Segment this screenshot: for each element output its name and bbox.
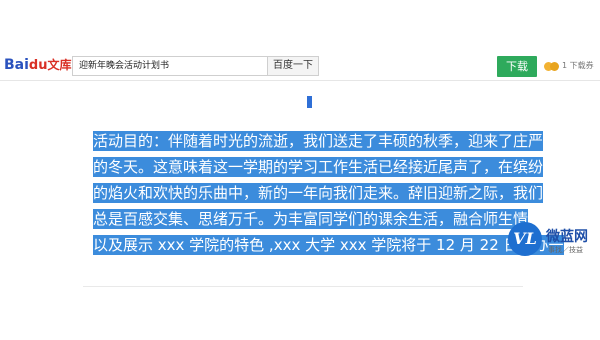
watermark-subtitle: 事找／技益 [548,246,583,254]
top-toolbar: Baidu文库 迎新年晚会活动计划书 百度一下 下载 1 下载券 [0,0,600,81]
document-line: 以及展示 xxx 学院的特色 ,xxx 大学 xxx 学院将于 12 月 22 … [93,235,564,255]
baidu-wenku-logo[interactable]: Baidu文库 [4,56,72,73]
search-button[interactable]: 百度一下 [267,56,319,76]
logo-text: Bai [4,57,29,73]
download-button[interactable]: 下载 [497,56,537,77]
logo-paw-icon: du [28,58,48,73]
document-line: 活动目的：伴随着时光的流逝，我们送走了丰硕的秋季，迎来了庄严 [93,131,544,151]
watermark-logo-icon: VL [508,222,542,256]
watermark-title: 微蓝网 [546,229,588,245]
document-line: 的焰火和欢快的乐曲中，新的一年向我们走来。辞旧迎新之际，我们 [93,183,544,203]
watermark: VL 微蓝网 事找／技益 [508,222,600,268]
page-marker [307,96,312,108]
download-coupon-icon [544,62,560,71]
page-divider [83,286,523,287]
document-line: 的冬天。这意味着这一学期的学习工作生活已经接近尾声了，在缤纷 [93,157,544,177]
logo-wenku: 文库 [47,58,72,72]
search-input[interactable]: 迎新年晚会活动计划书 [72,56,268,76]
document-body: 活动目的：伴随着时光的流逝，我们送走了丰硕的秋季，迎来了庄严 的冬天。这意味着这… [93,128,564,258]
download-coupon-count: 1 下载券 [562,61,594,70]
document-line: 总是百感交集、思绪万千。为丰富同学们的课余生活，融合师生情 [93,209,529,229]
